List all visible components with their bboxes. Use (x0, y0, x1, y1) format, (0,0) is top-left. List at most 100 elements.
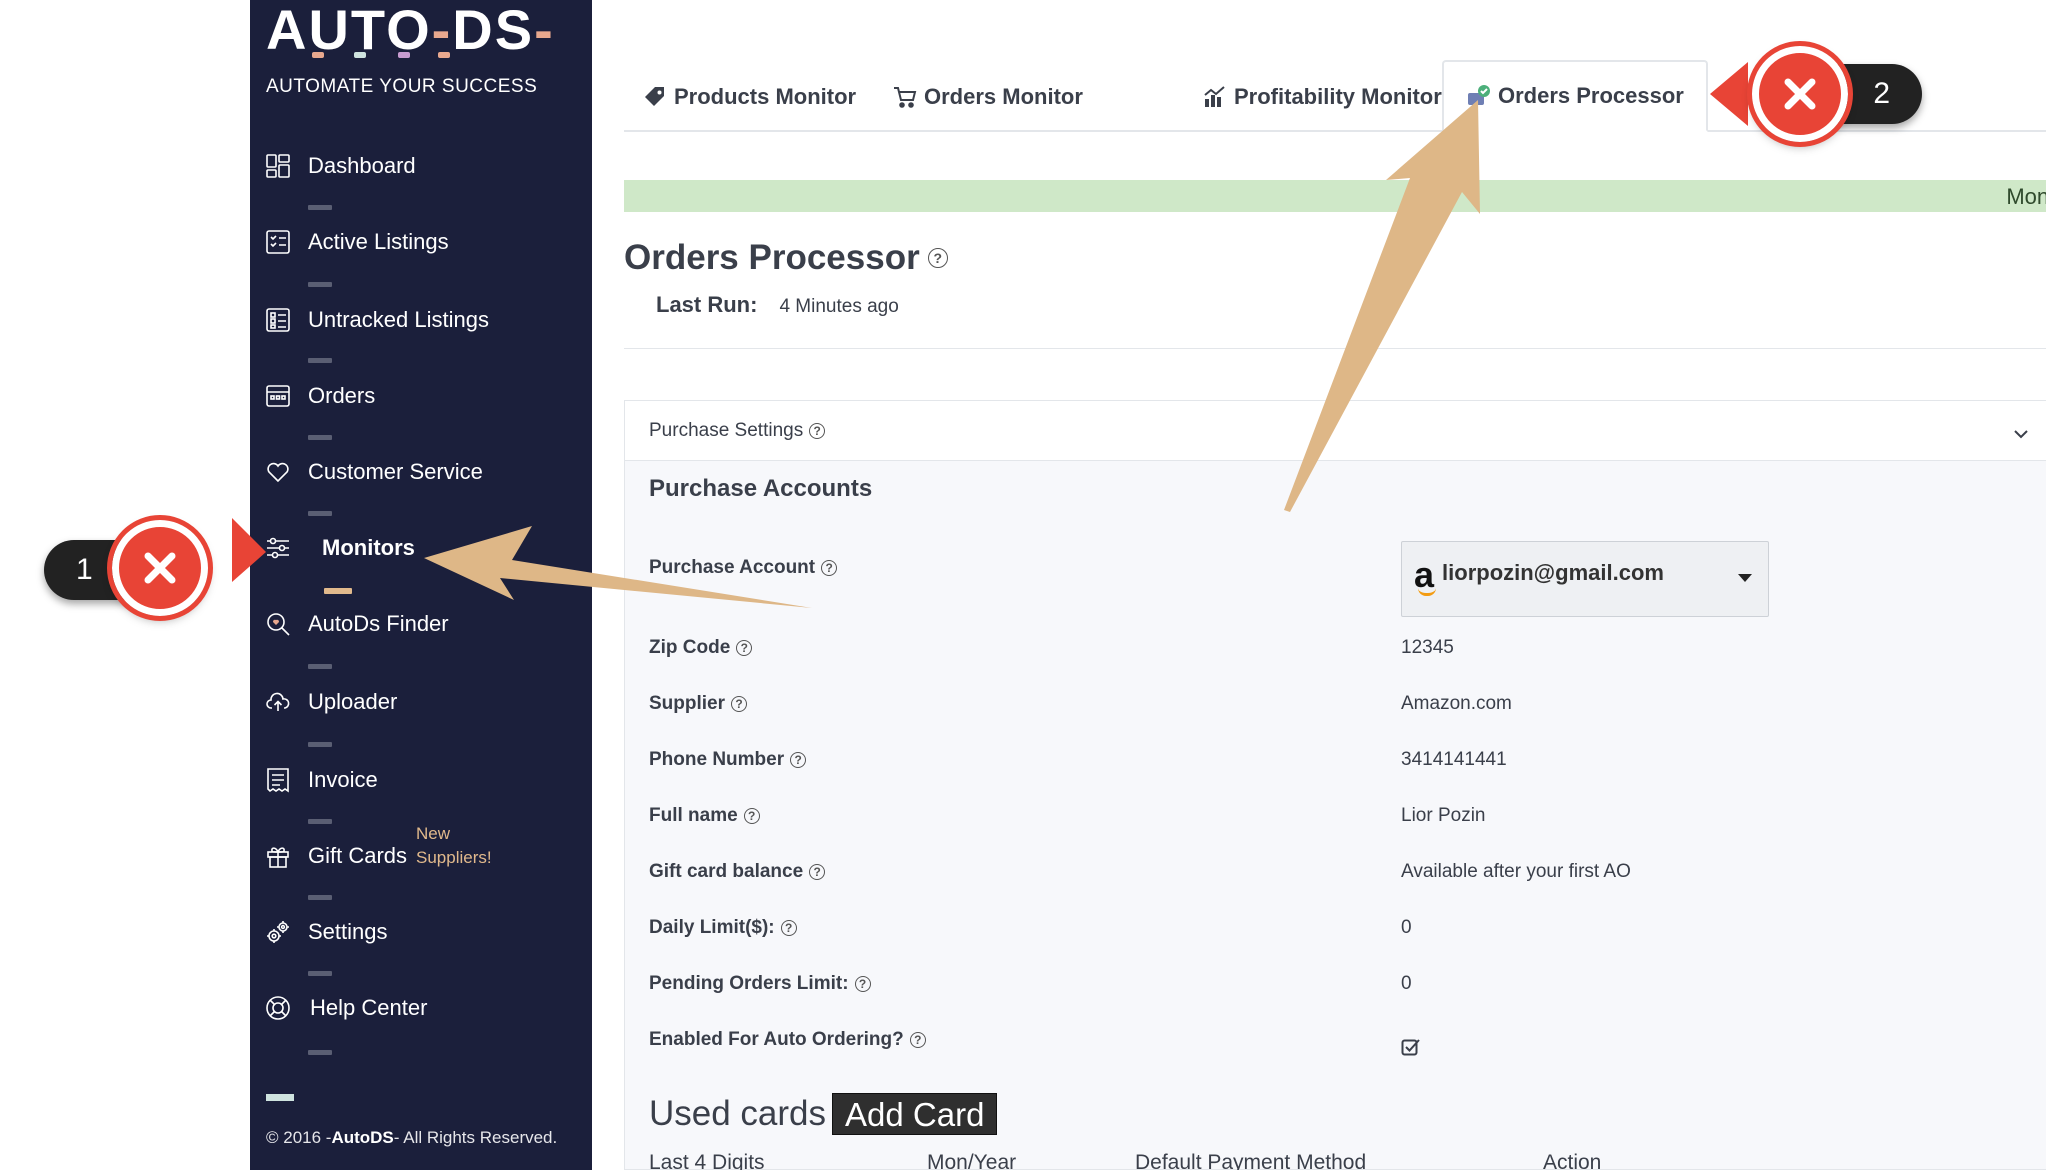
sidebar-item-settings[interactable]: Settings (250, 908, 592, 956)
sidebar-item-label: Orders (308, 383, 376, 408)
nav-separator (308, 742, 332, 747)
help-icon[interactable]: ? (809, 422, 826, 439)
sidebar-item-invoice[interactable]: Invoice (250, 756, 592, 804)
last-run-label: Last Run: (656, 292, 758, 317)
column-header-default-payment[interactable]: Default Payment Method (1135, 1151, 1366, 1170)
help-icon[interactable]: ? (909, 1032, 926, 1048)
sidebar-item-label: Gift Cards (308, 843, 408, 868)
sidebar-item-label: Customer Service (308, 459, 483, 484)
row-label-text: Gift card balance (649, 861, 804, 882)
lifebuoy-icon (264, 994, 292, 1022)
tab-label: Products Monitor (674, 84, 857, 109)
sidebar-item-untracked-listings[interactable]: Untracked Listings (250, 296, 592, 344)
purchase-settings-header[interactable]: Purchase Settings ? (625, 401, 2046, 461)
heart-icon (264, 458, 292, 486)
nav-separator (308, 282, 332, 287)
copyright-footer: © 2016 -AutoDS- All Rights Reserved. (266, 1128, 557, 1148)
dashboard-icon (264, 152, 292, 180)
sidebar: AUTO-DS- AUTOMATE YOUR SUCCESS Dashboard… (250, 0, 592, 1170)
help-icon[interactable]: ? (780, 920, 797, 936)
autods-logo[interactable]: AUTO-DS- (266, 2, 555, 58)
footer-brand: AutoDS (331, 1128, 394, 1147)
sidebar-item-active-listings[interactable]: Active Listings (250, 218, 592, 266)
gift-icon (264, 842, 292, 870)
sidebar-item-orders[interactable]: Orders (250, 372, 592, 420)
sidebar-item-gift-cards[interactable]: Gift Cards New Suppliers! (250, 824, 592, 880)
nav-separator (308, 819, 332, 824)
footer-separator (266, 1094, 294, 1101)
add-card-button[interactable]: Add Card (832, 1093, 998, 1135)
help-icon[interactable]: ? (731, 696, 748, 712)
purchase-account-label: Purchase Account ? (649, 557, 838, 579)
invoice-icon (264, 766, 292, 794)
sidebar-item-label: Uploader (308, 689, 398, 714)
sidebar-item-label: Monitors (322, 535, 415, 560)
help-icon[interactable]: ? (927, 248, 948, 268)
sidebar-item-label: Active Listings (308, 229, 449, 254)
tab-orders-monitor[interactable]: Orders Monitor (892, 62, 1083, 132)
column-header-action[interactable]: Action (1543, 1151, 1601, 1170)
untracked-icon (264, 306, 292, 334)
new-suppliers-badge: New Suppliers! (416, 824, 492, 867)
full-name-label: Full name? (649, 805, 760, 827)
row-label-text: Enabled For Auto Ordering? (649, 1029, 904, 1050)
tab-label: Orders Monitor (924, 84, 1083, 109)
supplier-value: Amazon.com (1401, 693, 1512, 714)
tab-label: Profitability Monitor (1234, 84, 1442, 109)
help-icon[interactable]: ? (736, 640, 753, 656)
gears-icon (264, 918, 292, 946)
sidebar-item-uploader[interactable]: Uploader (250, 678, 592, 726)
brand-tagline: AUTOMATE YOUR SUCCESS (266, 76, 538, 97)
sidebar-item-label: Help Center (310, 995, 428, 1020)
help-icon[interactable]: ? (821, 560, 838, 576)
help-icon[interactable]: ? (809, 864, 826, 880)
caret-down-icon (1738, 574, 1752, 582)
phone-number-value: 3414141441 (1401, 749, 1507, 770)
sidebar-item-label: AutoDs Finder (308, 611, 449, 636)
column-header-mon-year[interactable]: Mon/Year (927, 1151, 1016, 1170)
tab-orders-processor[interactable]: Orders Processor (1442, 60, 1708, 132)
help-icon[interactable]: ? (854, 976, 871, 992)
purchase-settings-panel: Purchase Settings ? Purchase Accounts Pu… (624, 400, 2046, 1170)
sidebar-item-dashboard[interactable]: Dashboard (250, 142, 592, 190)
auto-ordering-checkbox[interactable] (1401, 1037, 1421, 1057)
pending-orders-limit-label: Pending Orders Limit:? (649, 973, 871, 995)
orders-icon (264, 382, 292, 410)
auto-ordering-label: Enabled For Auto Ordering?? (649, 1029, 926, 1051)
close-x-icon[interactable] (1747, 41, 1853, 147)
sidebar-item-customer-service[interactable]: Customer Service (250, 448, 592, 496)
page-title-text: Orders Processor (624, 238, 920, 277)
row-label-text: Supplier (649, 693, 726, 714)
sidebar-item-monitors[interactable]: Monitors (250, 524, 592, 572)
used-cards-title: Used cards (649, 1094, 827, 1133)
status-banner: Moni (624, 180, 2046, 212)
sidebar-item-help-center[interactable]: Help Center (250, 984, 592, 1032)
tab-products-monitor[interactable]: Products Monitor (642, 62, 856, 132)
panel-title: Purchase Settings (649, 419, 804, 441)
sidebar-item-autods-finder[interactable]: AutoDs Finder (250, 600, 592, 648)
processor-icon (1466, 83, 1492, 109)
tag-icon (642, 84, 668, 110)
nav-separator (308, 664, 332, 669)
row-label-text: Full name (649, 805, 738, 826)
column-header-last-4-digits[interactable]: Last 4 Digits (649, 1151, 765, 1170)
row-label-text: Phone Number (649, 749, 785, 770)
help-icon[interactable]: ? (743, 808, 760, 824)
tab-profitability-monitor[interactable]: Profitability Monitor (1202, 62, 1442, 132)
logo-accent-marks (310, 52, 450, 60)
nav-separator (308, 511, 332, 516)
purchase-account-value: liorpozin@gmail.com (1442, 560, 1664, 585)
help-icon[interactable]: ? (790, 752, 807, 768)
zip-code-label: Zip Code? (649, 637, 753, 659)
close-x-icon[interactable] (107, 515, 213, 621)
purchase-account-select[interactable]: a liorpozin@gmail.com (1401, 541, 1769, 617)
upload-cloud-icon (264, 688, 292, 716)
row-label-text: Daily Limit($): (649, 917, 775, 938)
chevron-down-icon[interactable] (2013, 423, 2029, 444)
zip-code-value: 12345 (1401, 637, 1454, 658)
tab-label: Orders Processor (1498, 83, 1684, 108)
pending-orders-limit-value: 0 (1401, 973, 1412, 994)
step-number: 1 (76, 553, 93, 586)
daily-limit-label: Daily Limit($):? (649, 917, 797, 939)
purchase-accounts-heading: Purchase Accounts (649, 475, 873, 502)
